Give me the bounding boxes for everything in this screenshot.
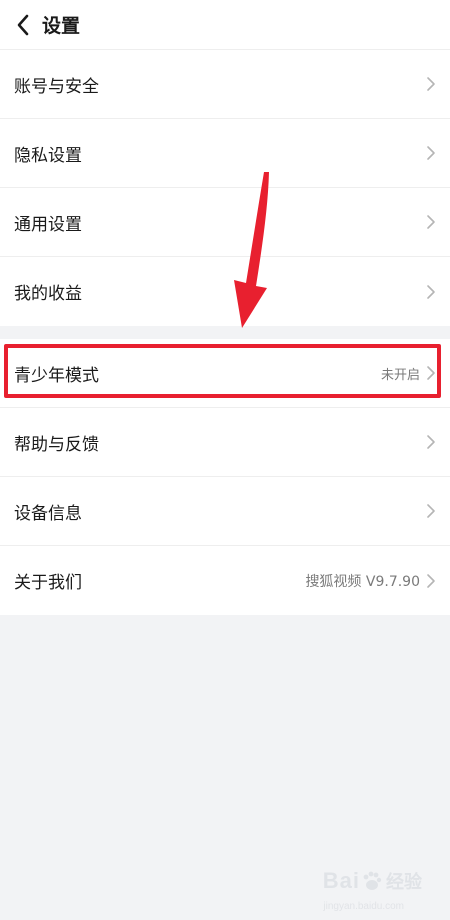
settings-item-label: 设备信息 [14, 503, 82, 524]
settings-item-label: 通用设置 [14, 214, 82, 235]
settings-item-label: 关于我们 [14, 573, 82, 593]
baidu-jingyan-watermark: Bai 经验 [323, 868, 422, 894]
paw-icon [363, 871, 382, 890]
settings-item-general[interactable]: 通用设置 [0, 188, 450, 257]
chevron-right-icon [427, 366, 435, 380]
settings-item-label: 青少年模式 [14, 365, 99, 386]
settings-item-label: 账号与安全 [14, 76, 99, 97]
chevron-right-icon [427, 284, 435, 299]
chevron-right-icon [427, 215, 435, 229]
settings-item-earnings[interactable]: 我的收益 [0, 257, 450, 326]
watermark-url: jingyan.baidu.com [323, 901, 404, 912]
chevron-left-icon [17, 14, 29, 35]
watermark-brand: Bai [322, 868, 360, 893]
section-divider [0, 326, 450, 339]
settings-item-about[interactable]: 关于我们 搜狐视频 V9.7.90 [0, 546, 450, 615]
settings-item-teen-mode[interactable]: 青少年模式 未开启 [0, 339, 450, 408]
settings-item-device-info[interactable]: 设备信息 [0, 477, 450, 546]
top-bar: 设置 [0, 0, 450, 50]
teen-mode-status: 未开启 [380, 367, 420, 383]
chevron-right-icon [427, 435, 435, 449]
settings-item-account-security[interactable]: 账号与安全 [0, 50, 450, 119]
app-version: 搜狐视频 V9.7.90 [305, 573, 420, 590]
chevron-right-icon [427, 77, 435, 91]
settings-item-label: 我的收益 [14, 284, 82, 304]
back-button[interactable] [4, 0, 42, 50]
settings-item-help-feedback[interactable]: 帮助与反馈 [0, 408, 450, 477]
settings-item-label: 隐私设置 [14, 145, 82, 166]
chevron-right-icon [427, 573, 435, 588]
page-title: 设置 [42, 15, 81, 37]
chevron-right-icon [427, 146, 435, 160]
settings-group-secondary: 青少年模式 未开启 帮助与反馈 设备信息 关于我们 搜狐视频 V9.7.90 [0, 339, 450, 615]
settings-item-label: 帮助与反馈 [14, 434, 99, 455]
settings-group-primary: 账号与安全 隐私设置 通用设置 我的收益 [0, 50, 450, 326]
watermark-brand-suffix: 经验 [386, 872, 422, 893]
chevron-right-icon [427, 504, 435, 518]
settings-item-privacy[interactable]: 隐私设置 [0, 119, 450, 188]
